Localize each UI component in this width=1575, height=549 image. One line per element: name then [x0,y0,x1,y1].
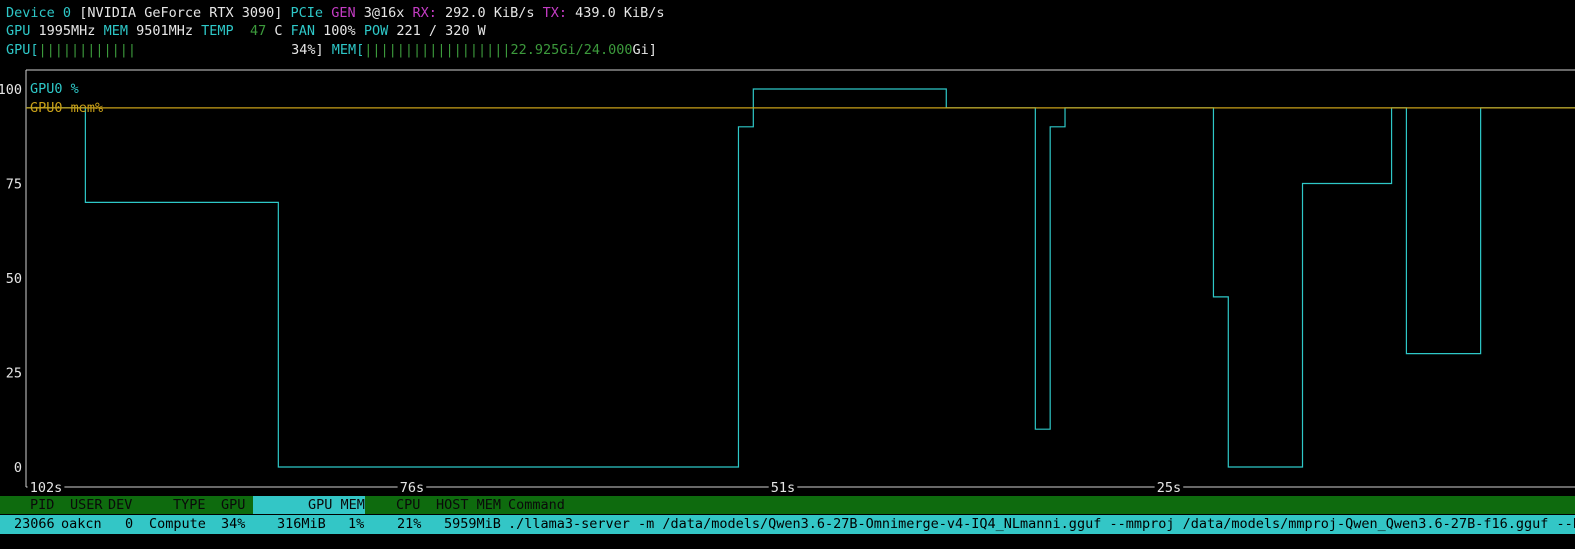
mem-clock-value: 9501MHz [136,23,194,39]
pcie-label: PCIe [290,5,324,21]
row-user: oakcn [61,516,102,532]
gpu-bar-label: GPU[ [6,42,39,58]
device-name: [NVIDIA GeForce RTX 3090] [79,5,283,21]
temp-value: 47 [249,23,267,39]
row-gpu: 34% [221,516,246,532]
header-command[interactable]: Command [508,496,565,514]
x-tick-label: 76s [400,480,424,494]
rx-value: 292.0 KiB/s [445,5,535,21]
x-tick-label: 25s [1157,480,1181,494]
x-tick-label: 102s [30,480,63,494]
stats-line: GPU 1995MHz MEM 9501MHz TEMP 47 C FAN 10… [6,22,486,40]
legend-item: GPU0 mem% [30,100,103,116]
temp-label: TEMP [201,23,234,39]
row-dev: 0 [125,516,134,532]
mem-clock-label: MEM [103,23,128,39]
x-tick-label: 51s [771,480,795,494]
fan-label: FAN [290,23,316,39]
fan-value: 100% [323,23,356,39]
mem-bar-value: 22.925Gi/24.000 [510,42,633,58]
y-tick-label: 100 [0,82,22,98]
device-info-line: Device 0 [NVIDIA GeForce RTX 3090] PCIe … [6,4,665,22]
gpu-utilization-line [26,88,1575,468]
power-value: 221 / 320 W [396,23,486,39]
row-host-mem: 5959MiB [444,516,501,532]
gpu-bar-fill: |||||||||||| [38,42,137,58]
mem-bar-fill: |||||||||||||||||| [364,42,511,58]
header-cpu[interactable]: CPU [396,496,420,514]
header-user[interactable]: USER [70,496,103,514]
tx-label: TX: [542,5,567,21]
row-gpu-mem-pct: 1% [348,516,365,532]
gpu-clock-value: 1995MHz [38,23,96,39]
mem-bar-unit: Gi] [632,42,657,58]
row-command: ./llama3-server -m /data/models/Qwen3.6-… [508,516,1575,532]
header-gpu[interactable]: GPU [221,496,245,514]
chart-series [26,88,1575,468]
row-pid: 23066 [14,516,55,532]
gpu-usage-chart: 100 75 50 25 0 102s 76s 51s 25s GPU0 % GPU0 mem% [0,69,1575,494]
device-label: Device [6,5,55,21]
y-tick-label: 0 [14,460,22,476]
row-gpu-mem: 316MiB [277,516,326,532]
y-tick-label: 25 [6,366,22,382]
mem-bar-label: MEM[ [331,42,365,58]
legend-item: GPU0 % [30,81,79,97]
header-gpu-mem[interactable]: GPU MEM [308,496,365,514]
y-tick-label: 50 [6,271,22,287]
row-type: Compute [149,516,206,532]
header-host-mem[interactable]: HOST MEM [436,496,501,514]
gen-label: GEN [331,5,356,21]
temp-unit: C [274,23,283,39]
gpu-bar-percent: 34%] [291,42,324,58]
tx-value: 439.0 KiB/s [575,5,665,21]
row-cpu: 21% [397,516,422,532]
y-tick-label: 75 [6,177,22,193]
process-table-header: PID USER DEV TYPE GPU GPU MEM CPU HOST M… [0,496,1575,514]
gpu-clock-label: GPU [6,23,31,39]
device-index: 0 [62,5,72,21]
power-label: POW [363,23,389,39]
chart-legend: GPU0 % GPU0 mem% [30,81,103,116]
rx-label: RX: [412,5,437,21]
table-row[interactable]: 23066 oakcn 0 Compute 34% 316MiB 1% 21% … [0,515,1575,534]
usage-bars-line: GPU[|||||||||||| 34%] MEM[|||||||||||||||… [6,41,657,59]
header-type[interactable]: TYPE [173,496,206,514]
y-axis-ticks: 100 75 50 25 0 [0,82,22,476]
header-dev[interactable]: DEV [108,496,132,514]
gen-value: 3@16x [363,5,405,21]
header-pid[interactable]: PID [30,496,54,514]
chart-frame [25,69,1575,488]
